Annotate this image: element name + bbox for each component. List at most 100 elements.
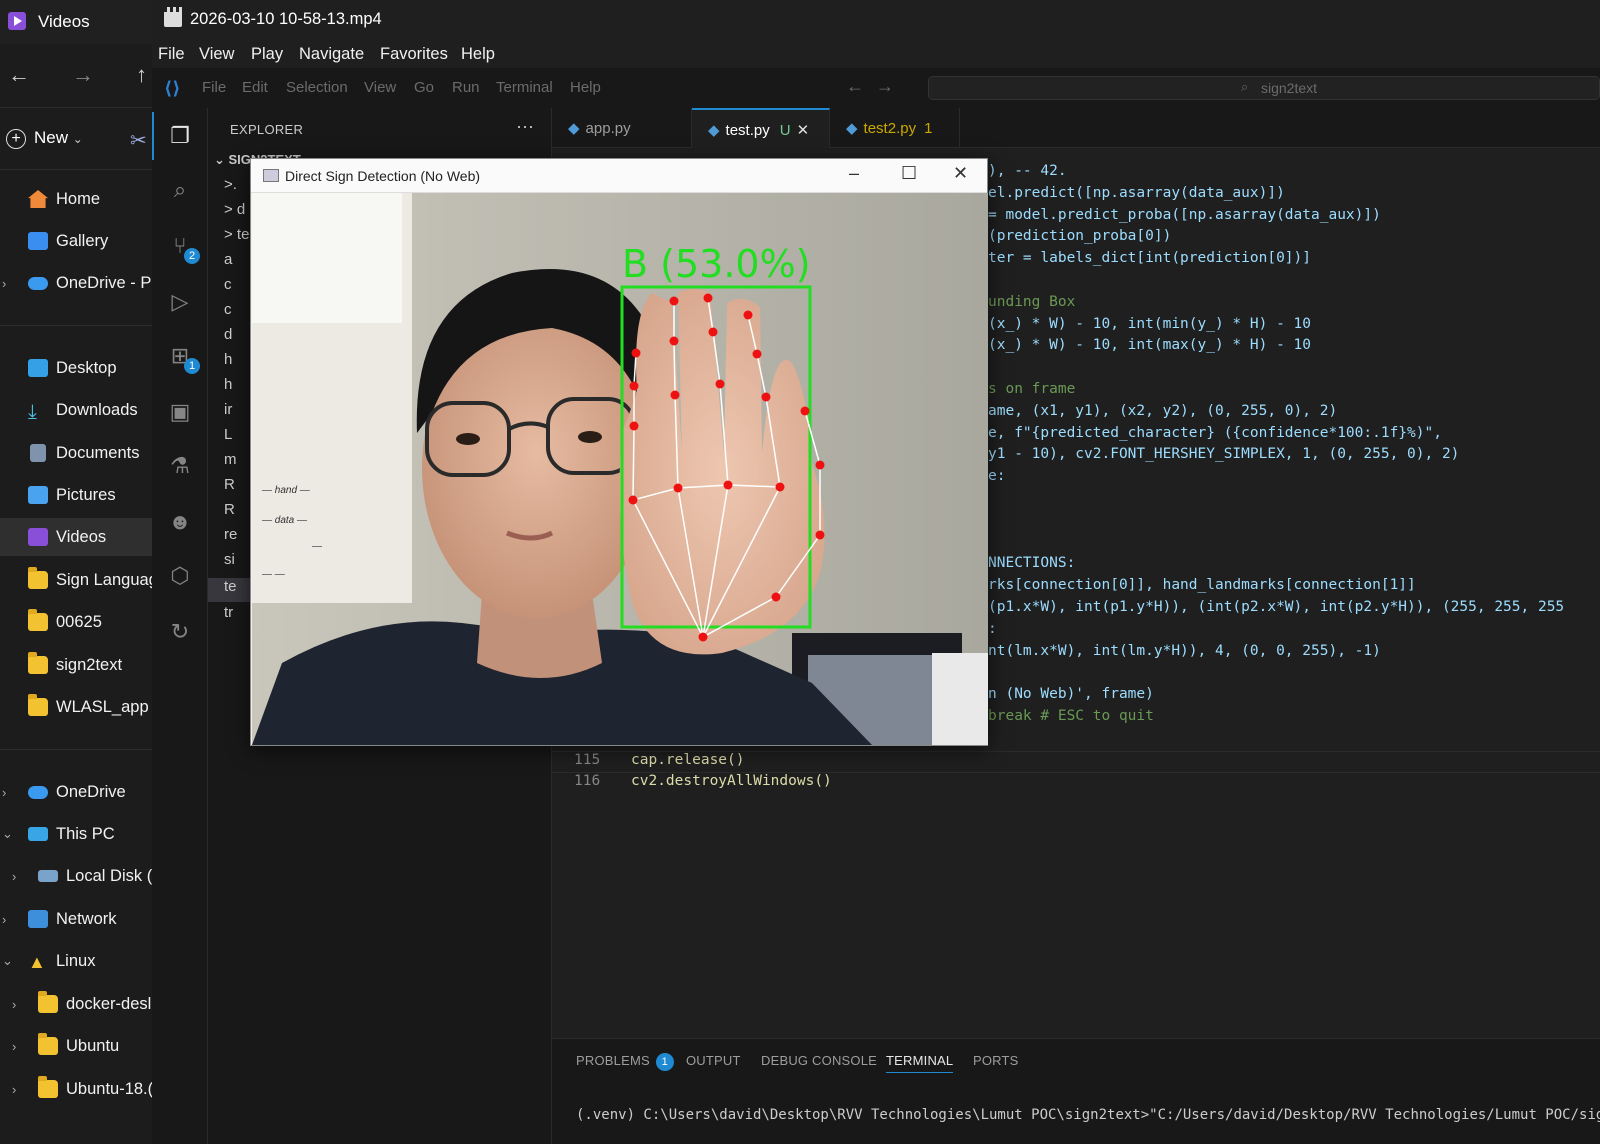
nav-item-folder[interactable]: WLASL_app bbox=[0, 688, 152, 726]
nav-item-label: Ubuntu bbox=[66, 1036, 120, 1055]
media-player-menubar: File View Play Navigate Favorites Help bbox=[152, 42, 1600, 68]
testing-flask-icon[interactable]: ⚗ bbox=[166, 452, 194, 480]
panel-tab-terminal[interactable]: TERMINAL bbox=[886, 1053, 954, 1073]
menu-play[interactable]: Play bbox=[251, 45, 283, 64]
explorer-files-icon[interactable]: ❐ bbox=[166, 122, 194, 150]
maximize-icon[interactable]: ☐ bbox=[901, 163, 917, 184]
code-text: ter = labels_dict[int(prediction[0])] bbox=[988, 250, 1312, 267]
chevron-right-icon[interactable]: › bbox=[12, 997, 16, 1012]
nav-item-folder[interactable]: › Ubuntu-18.( bbox=[0, 1070, 152, 1108]
tab-app-py[interactable]: ◆ app.py bbox=[552, 108, 692, 148]
nav-item-gallery[interactable]: Gallery bbox=[0, 222, 152, 260]
vsc-menu-run[interactable]: Run bbox=[452, 79, 480, 96]
sign-detection-window[interactable]: Direct Sign Detection (No Web) – ☐ ✕ — h… bbox=[250, 158, 988, 746]
hand-landmark-point bbox=[670, 390, 680, 400]
nav-item-local-disk[interactable]: › Local Disk ( bbox=[0, 857, 152, 895]
nav-item-folder[interactable]: › Ubuntu bbox=[0, 1027, 152, 1065]
python-file-icon: ◆ bbox=[708, 122, 720, 139]
nav-item-folder[interactable]: sign2text bbox=[0, 646, 152, 684]
panel-tab-ports[interactable]: PORTS bbox=[973, 1053, 1019, 1068]
folder-icon bbox=[28, 567, 48, 589]
nav-item-onedrive-personal[interactable]: › OneDrive - Pe bbox=[0, 264, 152, 302]
chevron-right-icon[interactable]: › bbox=[2, 912, 6, 927]
nav-item-downloads[interactable]: ⤓ Downloads bbox=[0, 391, 152, 429]
up-arrow-icon[interactable]: ↑ bbox=[136, 62, 147, 88]
new-button[interactable]: + New ⌄ bbox=[6, 128, 83, 149]
detection-window-titlebar[interactable]: Direct Sign Detection (No Web) – ☐ ✕ bbox=[251, 159, 987, 193]
home-icon bbox=[28, 190, 48, 208]
panel-tab-label: PROBLEMS bbox=[576, 1053, 650, 1068]
live-share-icon[interactable]: ↻ bbox=[166, 618, 194, 646]
chevron-right-icon[interactable]: › bbox=[12, 1039, 16, 1054]
chevron-right-icon[interactable]: › bbox=[12, 1082, 16, 1097]
extensions-icon[interactable]: ⊞ 1 bbox=[166, 342, 200, 374]
activity-bar: ❐ ⌕ ⑂ 2 ▷ ⊞ 1 ▣ ⚗ ☻ ⬡ ↻ bbox=[152, 108, 208, 1144]
menu-navigate[interactable]: Navigate bbox=[299, 45, 364, 64]
vsc-menu-terminal[interactable]: Terminal bbox=[496, 79, 553, 96]
menu-favorites[interactable]: Favorites bbox=[380, 45, 448, 64]
nav-item-network[interactable]: › Network bbox=[0, 900, 152, 938]
nav-item-videos[interactable]: Videos bbox=[0, 518, 152, 556]
search-icon[interactable]: ⌕ bbox=[166, 176, 194, 204]
containers-icon[interactable]: ⬡ bbox=[166, 562, 194, 590]
menu-file[interactable]: File bbox=[158, 45, 185, 64]
chevron-right-icon[interactable]: › bbox=[2, 785, 6, 800]
explorer-command-bar: + New ⌄ ✂ bbox=[0, 110, 152, 170]
onedrive-icon bbox=[28, 276, 48, 290]
nav-item-folder[interactable]: 00625 bbox=[0, 603, 152, 641]
cut-icon[interactable]: ✂ bbox=[130, 128, 147, 153]
chevron-right-icon[interactable]: › bbox=[12, 869, 16, 884]
source-control-icon[interactable]: ⑂ 2 bbox=[166, 232, 200, 264]
panel-tab-problems[interactable]: PROBLEMS 1 bbox=[576, 1053, 674, 1071]
nav-item-folder[interactable]: Sign Languag bbox=[0, 561, 152, 599]
nav-item-pictures[interactable]: Pictures bbox=[0, 476, 152, 514]
chevron-right-icon[interactable]: › bbox=[2, 276, 6, 291]
active-indicator bbox=[152, 112, 154, 160]
run-debug-icon[interactable]: ▷ bbox=[166, 288, 194, 316]
code-text: e, f"{predicted_character} ({confidence*… bbox=[988, 424, 1442, 441]
code-line[interactable]: 116 cv2.destroyAllWindows() bbox=[552, 773, 1600, 795]
nav-forward-icon[interactable]: → bbox=[876, 76, 894, 97]
vsc-menu-go[interactable]: Go bbox=[414, 79, 434, 96]
alien-extension-icon[interactable]: ☻ bbox=[166, 508, 194, 536]
nav-item-folder[interactable]: › docker-desl bbox=[0, 985, 152, 1023]
nav-item-onedrive[interactable]: › OneDrive bbox=[0, 773, 152, 811]
chevron-down-icon[interactable]: ⌄ bbox=[2, 826, 13, 842]
nav-item-label: Linux bbox=[56, 951, 96, 970]
terminal-output-line[interactable]: (.venv) C:\Users\david\Desktop\RVV Techn… bbox=[576, 1107, 1600, 1123]
more-actions-icon[interactable]: ··· bbox=[516, 116, 534, 137]
nav-item-desktop[interactable]: Desktop bbox=[0, 349, 152, 387]
back-arrow-icon[interactable]: ← bbox=[8, 62, 30, 88]
nav-back-icon[interactable]: ← bbox=[846, 76, 864, 97]
menu-help[interactable]: Help bbox=[461, 45, 495, 64]
vsc-menu-selection[interactable]: Selection bbox=[286, 79, 348, 96]
nav-item-label: 00625 bbox=[56, 612, 102, 631]
tab-test2-py[interactable]: ◆ test2.py 1 bbox=[830, 108, 960, 148]
nav-item-linux[interactable]: ⌄ ▲ Linux bbox=[0, 942, 152, 980]
code-text: (prediction_proba[0]) bbox=[988, 228, 1172, 245]
plus-icon: + bbox=[6, 129, 26, 149]
vsc-menu-file[interactable]: File bbox=[202, 79, 226, 96]
landmark-connection bbox=[632, 425, 635, 501]
vsc-menu-help[interactable]: Help bbox=[570, 79, 601, 96]
remote-explorer-icon[interactable]: ▣ bbox=[166, 398, 194, 426]
chevron-down-icon[interactable]: ⌄ bbox=[2, 953, 13, 969]
tab-test-py[interactable]: ◆ test.py U ✕ bbox=[692, 108, 830, 148]
panel-tab-debug-console[interactable]: DEBUG CONSOLE bbox=[761, 1053, 877, 1068]
panel-tab-output[interactable]: OUTPUT bbox=[686, 1053, 741, 1068]
close-tab-icon[interactable]: ✕ bbox=[797, 122, 810, 139]
forward-arrow-icon[interactable]: → bbox=[72, 62, 94, 88]
onedrive-icon bbox=[28, 785, 48, 799]
vsc-menu-edit[interactable]: Edit bbox=[242, 79, 268, 96]
vsc-menu-view[interactable]: View bbox=[364, 79, 396, 96]
close-icon[interactable]: ✕ bbox=[953, 163, 968, 184]
hand-landmark-point bbox=[771, 592, 781, 602]
code-text: break # ESC to quit bbox=[988, 708, 1154, 724]
minimize-icon[interactable]: – bbox=[849, 163, 859, 184]
nav-item-documents[interactable]: Documents bbox=[0, 434, 152, 472]
nav-item-this-pc[interactable]: ⌄ This PC bbox=[0, 815, 152, 853]
svg-text:— hand —: — hand — bbox=[261, 485, 311, 496]
command-center-search[interactable]: ⌕ sign2text bbox=[928, 76, 1600, 100]
nav-item-home[interactable]: Home bbox=[0, 180, 152, 218]
menu-view[interactable]: View bbox=[199, 45, 234, 64]
